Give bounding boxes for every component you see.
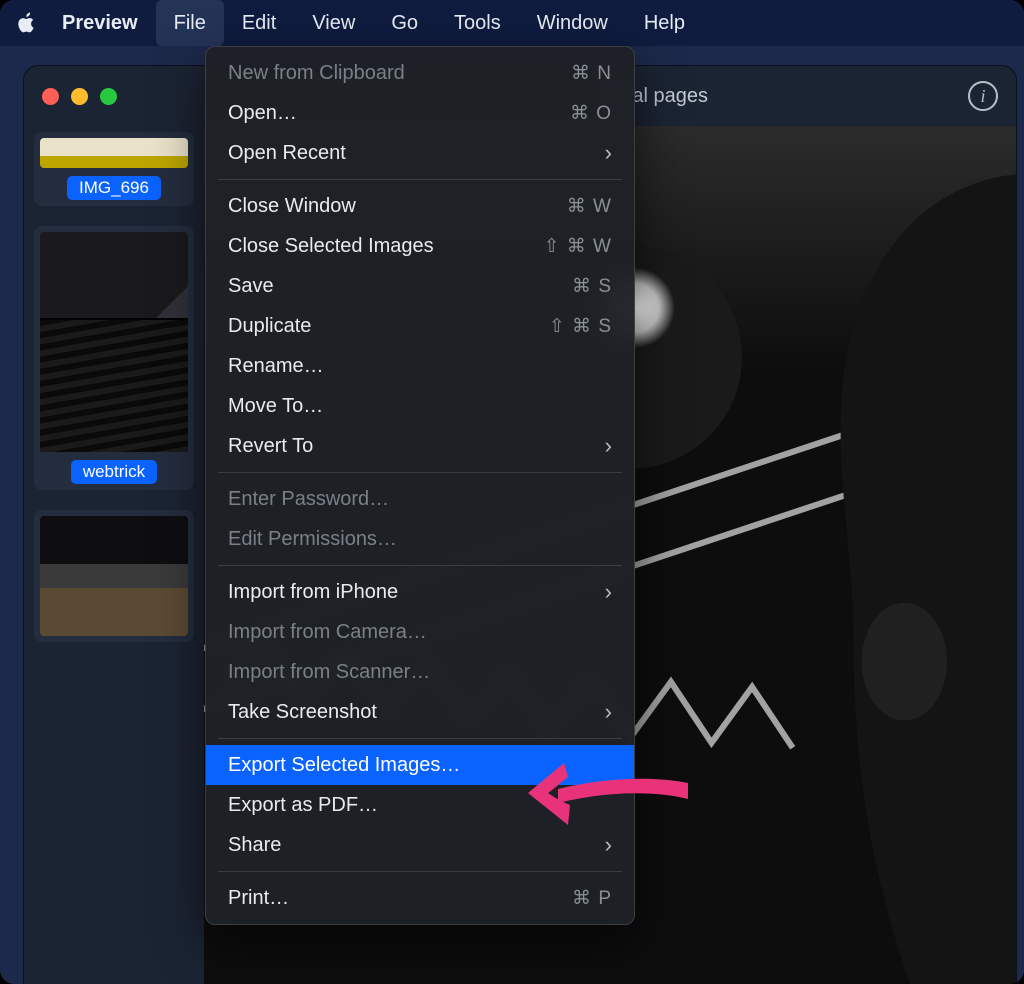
menu-item[interactable]: Import from iPhone› (206, 572, 634, 612)
thumbnail-item[interactable]: webtrick (34, 226, 194, 490)
menubar: Preview File Edit View Go Tools Window H… (0, 0, 1024, 46)
menubar-item-view[interactable]: View (294, 0, 373, 46)
menubar-app-name[interactable]: Preview (44, 0, 156, 46)
menubar-item-edit[interactable]: Edit (224, 0, 294, 46)
file-menu-dropdown: New from Clipboard⌘ NOpen…⌘ OOpen Recent… (205, 46, 635, 925)
menu-item[interactable]: Open Recent› (206, 133, 634, 173)
menu-item-label: Take Screenshot (228, 701, 605, 724)
chevron-right-icon: › (605, 579, 612, 605)
minimize-button[interactable] (71, 88, 88, 105)
menu-item-label: Revert To (228, 435, 605, 458)
thumbnail-label: webtrick (71, 460, 157, 484)
chevron-right-icon: › (605, 433, 612, 459)
menu-item-shortcut: ⌘ W (567, 195, 612, 218)
thumbnail-image (40, 232, 188, 452)
menu-item[interactable]: Rename… (206, 346, 634, 386)
menu-item-label: Close Selected Images (228, 235, 544, 258)
menubar-item-window[interactable]: Window (519, 0, 626, 46)
menu-item-label: Open Recent (228, 142, 605, 165)
menu-item-label: New from Clipboard (228, 62, 571, 85)
chevron-right-icon: › (605, 699, 612, 725)
menu-item[interactable]: Export Selected Images… (206, 745, 634, 785)
menu-item-shortcut: ⇧ ⌘ W (544, 235, 612, 258)
menu-item-label: Import from Scanner… (228, 661, 612, 684)
menu-item: Import from Scanner… (206, 652, 634, 692)
menu-item[interactable]: Close Window⌘ W (206, 186, 634, 226)
menu-item-label: Close Window (228, 195, 567, 218)
thumbnail-item[interactable]: IMG_696 (34, 132, 194, 206)
menubar-item-tools[interactable]: Tools (436, 0, 519, 46)
menu-item-label: Save (228, 275, 572, 298)
menu-item[interactable]: Print…⌘ P (206, 878, 634, 918)
screen: Preview File Edit View Go Tools Window H… (0, 0, 1024, 984)
zoom-button[interactable] (100, 88, 117, 105)
chevron-right-icon: › (605, 140, 612, 166)
menu-item[interactable]: Revert To› (206, 426, 634, 466)
thumbnail-item[interactable] (34, 510, 194, 642)
menubar-item-go[interactable]: Go (373, 0, 436, 46)
menu-item-shortcut: ⇧ ⌘ S (549, 315, 612, 338)
menu-item-label: Share (228, 834, 605, 857)
menu-item: New from Clipboard⌘ N (206, 53, 634, 93)
menu-separator (218, 871, 622, 872)
close-button[interactable] (42, 88, 59, 105)
window-controls (42, 88, 117, 105)
menu-item-label: Import from Camera… (228, 621, 612, 644)
thumbnail-image (40, 138, 188, 168)
menu-separator (218, 179, 622, 180)
apple-menu[interactable] (10, 12, 44, 34)
menu-item-shortcut: ⌘ O (570, 102, 612, 125)
menu-item[interactable]: Close Selected Images⇧ ⌘ W (206, 226, 634, 266)
menu-separator (218, 565, 622, 566)
menu-item-label: Open… (228, 102, 570, 125)
menu-item-label: Print… (228, 887, 572, 910)
menu-item-label: Enter Password… (228, 488, 612, 511)
menu-item-label: Export Selected Images… (228, 754, 612, 777)
menu-item-label: Import from iPhone (228, 581, 605, 604)
menu-item-label: Duplicate (228, 315, 549, 338)
thumbnail-label: IMG_696 (67, 176, 161, 200)
menu-separator (218, 738, 622, 739)
menu-item: Enter Password… (206, 479, 634, 519)
menubar-item-help[interactable]: Help (626, 0, 703, 46)
menu-item-label: Edit Permissions… (228, 528, 612, 551)
thumbnail-image (40, 516, 188, 636)
menu-item: Edit Permissions… (206, 519, 634, 559)
menu-item-shortcut: ⌘ S (572, 275, 612, 298)
menu-item-label: Export as PDF… (228, 794, 612, 817)
menu-item: Import from Camera… (206, 612, 634, 652)
menu-item[interactable]: Open…⌘ O (206, 93, 634, 133)
menu-item[interactable]: Move To… (206, 386, 634, 426)
menu-item-label: Rename… (228, 355, 612, 378)
menu-item[interactable]: Share› (206, 825, 634, 865)
info-icon[interactable]: i (968, 81, 998, 111)
menu-item-shortcut: ⌘ P (572, 887, 612, 910)
thumbnail-sidebar[interactable]: IMG_696 webtrick (24, 126, 204, 984)
menu-item-label: Move To… (228, 395, 612, 418)
menubar-item-file[interactable]: File (156, 0, 224, 46)
menu-item[interactable]: Save⌘ S (206, 266, 634, 306)
menu-separator (218, 472, 622, 473)
menu-item-shortcut: ⌘ N (571, 62, 612, 85)
chevron-right-icon: › (605, 832, 612, 858)
menu-item[interactable]: Export as PDF… (206, 785, 634, 825)
menu-item[interactable]: Take Screenshot› (206, 692, 634, 732)
menu-item[interactable]: Duplicate⇧ ⌘ S (206, 306, 634, 346)
